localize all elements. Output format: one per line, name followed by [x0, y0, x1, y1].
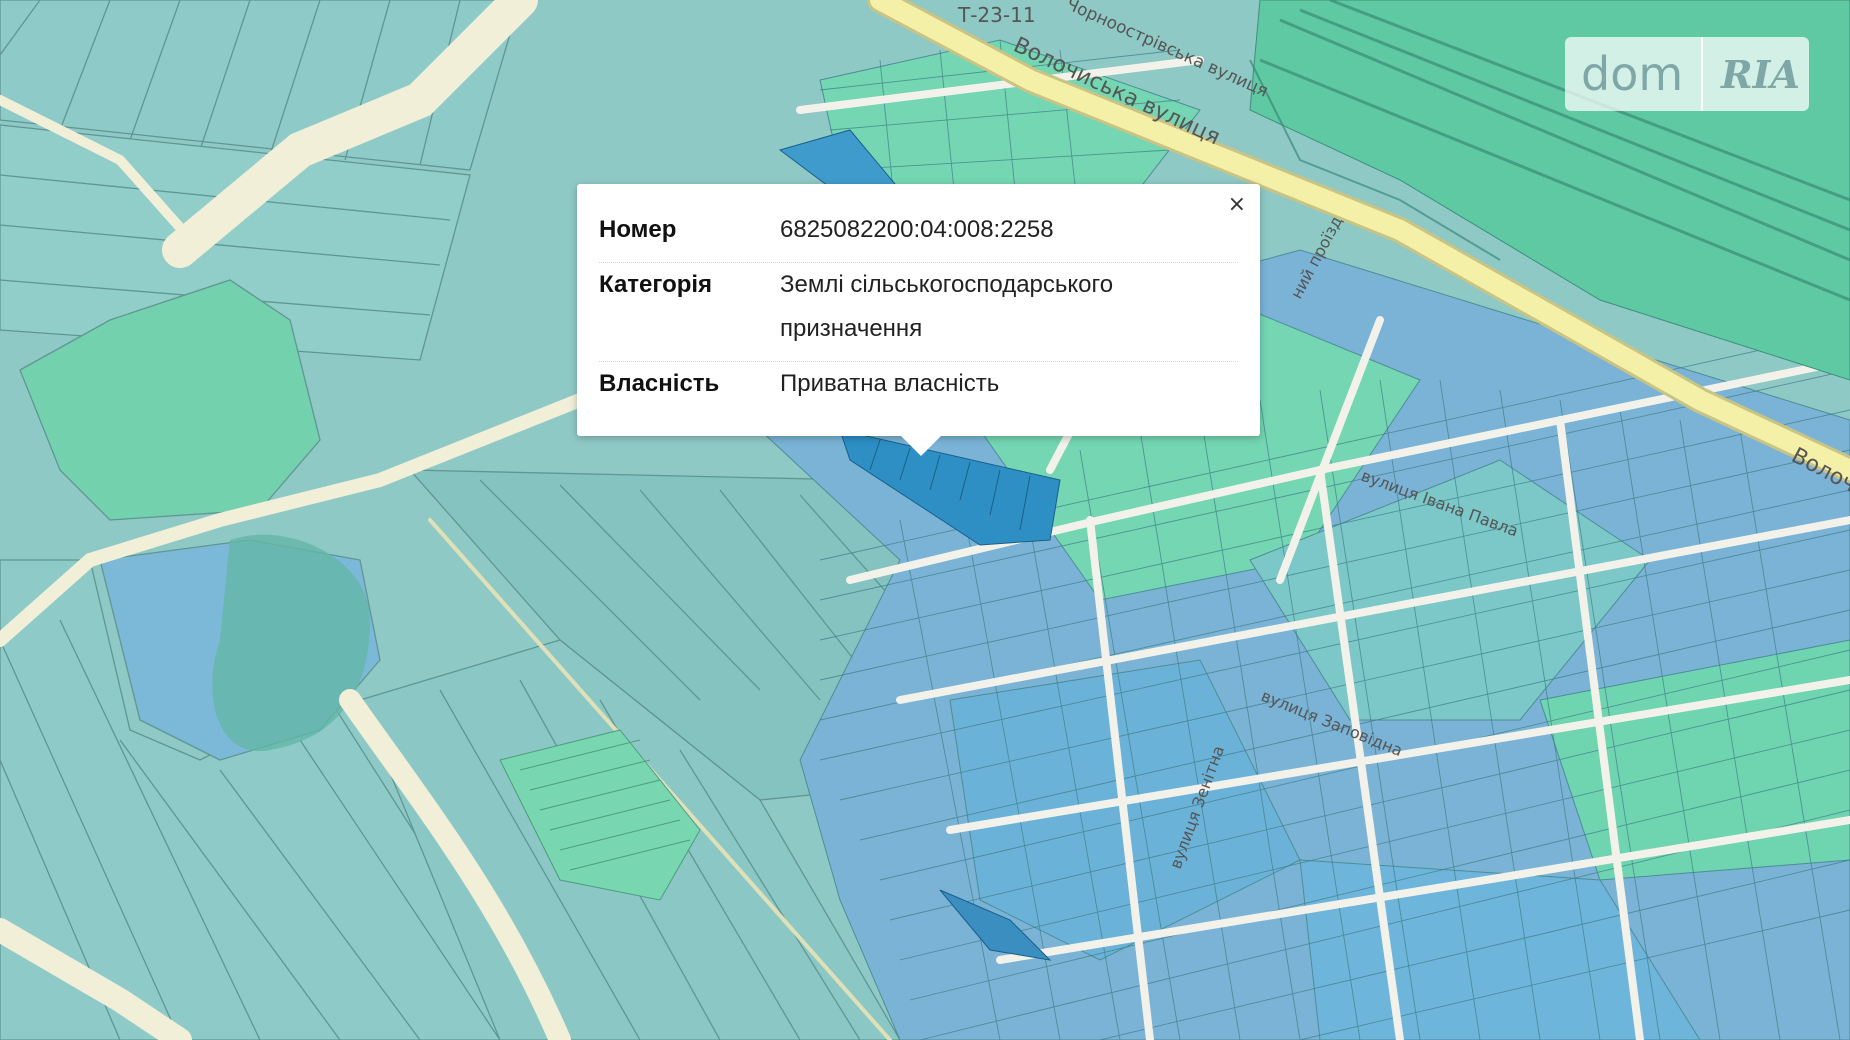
dom-ria-logo: dom RIA	[1565, 37, 1809, 111]
ownership-value: Приватна власність	[780, 370, 1000, 397]
ownership-key: Власність	[599, 370, 720, 397]
number-value: 6825082200:04:008:2258	[780, 216, 1054, 243]
number-key: Номер	[599, 216, 677, 243]
road-code-label: Т-23-11	[957, 3, 1036, 27]
parcel-info-popup: × Номер 6825082200:04:008:2258 Категорія…	[577, 184, 1260, 456]
logo-dom-text: dom	[1581, 47, 1684, 101]
category-key: Категорія	[599, 271, 713, 298]
category-value: Землі сільськогосподарського призначення	[780, 271, 1114, 342]
popup-row-ownership: Власність Приватна власність	[599, 362, 1238, 416]
popup-row-category: Категорія Землі сільськогосподарського п…	[599, 263, 1238, 362]
map-canvas[interactable]: Т-23-11 Волочиська вулиця Волоч Чорноост…	[0, 0, 1850, 1040]
popup-row-number: Номер 6825082200:04:008:2258	[599, 208, 1238, 263]
close-icon[interactable]: ×	[1228, 194, 1246, 216]
logo-ria-text: RIA	[1721, 51, 1800, 97]
